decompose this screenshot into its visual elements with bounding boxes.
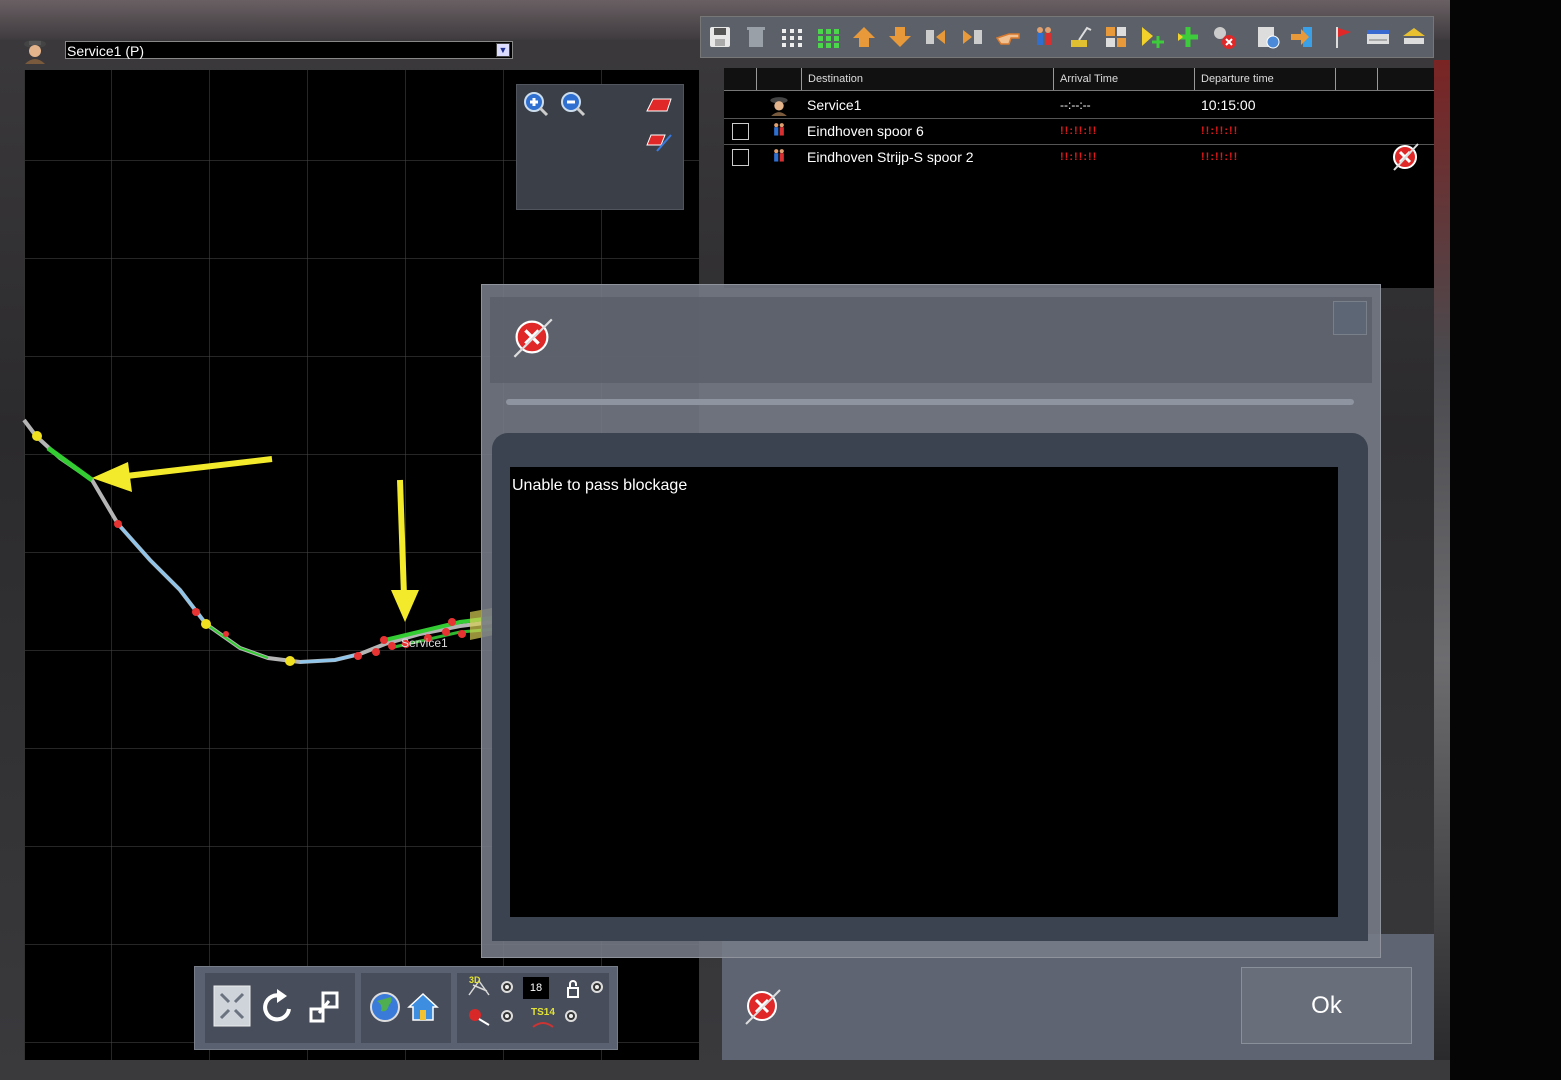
error-icon xyxy=(513,318,553,358)
header-destination[interactable]: Destination xyxy=(801,68,1053,90)
dialog-message: Unable to pass blockage xyxy=(510,467,1338,917)
split-left-icon[interactable] xyxy=(923,24,949,50)
dialog-close-button[interactable] xyxy=(1333,301,1367,335)
row-checkbox[interactable] xyxy=(732,149,749,166)
timetable: Destination Arrival Time Departure time … xyxy=(724,68,1434,288)
track-line xyxy=(22,418,509,665)
editor-toolbar xyxy=(700,16,1434,58)
dialog-divider xyxy=(506,399,1354,405)
driver-icon xyxy=(770,97,788,116)
ts-track-icon xyxy=(532,1022,554,1028)
eraser-line-icon[interactable] xyxy=(643,129,673,155)
row-departure: !!:!!:!! xyxy=(1201,151,1239,163)
header-extra-1 xyxy=(1335,68,1377,90)
row-arrival: --:--:-- xyxy=(1060,98,1091,112)
home-icon[interactable] xyxy=(407,991,439,1023)
row-destination: Service1 xyxy=(807,97,862,113)
platform-icon[interactable] xyxy=(1401,24,1427,50)
annotation-arrow-left xyxy=(92,456,273,492)
grid-small-icon[interactable] xyxy=(779,24,805,50)
view-3d-label: 3D xyxy=(469,975,481,985)
row-departure: 10:15:00 xyxy=(1201,97,1256,113)
row-checkbox[interactable] xyxy=(732,123,749,140)
cargo-grid-icon[interactable] xyxy=(1103,24,1129,50)
row-destination: Eindhoven Strijp-S spoor 2 xyxy=(807,149,974,165)
view-3d-radio[interactable] xyxy=(501,981,513,993)
dialog-titlebar xyxy=(490,297,1372,383)
signal-blockage-icon[interactable] xyxy=(467,1005,493,1027)
row-arrival: !!:!!:!! xyxy=(1060,151,1098,163)
passengers-icon xyxy=(774,149,784,162)
zoom-out-icon[interactable] xyxy=(560,91,586,117)
settings-icon[interactable] xyxy=(1255,24,1281,50)
timetable-header: Destination Arrival Time Departure time xyxy=(724,68,1434,91)
rotate-icon[interactable] xyxy=(259,987,297,1027)
resize-icon[interactable] xyxy=(307,989,341,1025)
row-departure: !!:!!:!! xyxy=(1201,125,1239,137)
add-waypoint-icon[interactable] xyxy=(1139,24,1165,50)
lock-icon[interactable] xyxy=(565,979,581,999)
flag-icon[interactable] xyxy=(1329,24,1355,50)
split-right-icon[interactable] xyxy=(959,24,985,50)
eraser-icon[interactable] xyxy=(643,93,673,119)
passengers-icon xyxy=(774,123,784,136)
trash-icon[interactable] xyxy=(743,24,769,50)
error-icon[interactable] xyxy=(1390,142,1420,172)
lock-radio[interactable] xyxy=(591,981,603,993)
save-icon[interactable] xyxy=(707,24,733,50)
header-arrival[interactable]: Arrival Time xyxy=(1053,68,1194,90)
timetable-row[interactable]: Eindhoven spoor 6 !!:!!:!! !!:!!:!! xyxy=(724,118,1434,145)
ts-radio[interactable] xyxy=(565,1010,577,1022)
timetable-row[interactable]: Eindhoven Strijp-S spoor 2 !!:!!:!! !!:!… xyxy=(724,142,1434,172)
error-dialog: Unable to pass blockage xyxy=(481,284,1381,958)
error-icon xyxy=(745,989,781,1025)
header-departure[interactable]: Departure time xyxy=(1194,68,1335,90)
globe-icon[interactable] xyxy=(369,991,401,1023)
zoom-in-icon[interactable] xyxy=(523,91,549,117)
train-label: Service1 xyxy=(401,636,448,650)
crane-icon[interactable] xyxy=(1067,24,1093,50)
header-icon-col xyxy=(756,68,801,90)
row-destination: Eindhoven spoor 6 xyxy=(807,123,924,139)
row-arrival: !!:!!:!! xyxy=(1060,125,1098,137)
move-up-icon[interactable] xyxy=(851,24,877,50)
fit-view-icon[interactable] xyxy=(213,985,251,1027)
ok-button[interactable]: Ok xyxy=(1241,967,1412,1044)
move-down-icon[interactable] xyxy=(887,24,913,50)
map-zoom-panel xyxy=(516,84,684,210)
remove-stop-icon[interactable] xyxy=(1211,24,1237,50)
timetable-row[interactable]: Service1 --:--:-- 10:15:00 xyxy=(724,92,1434,119)
passengers-icon[interactable] xyxy=(1031,24,1057,50)
add-icon[interactable] xyxy=(1175,24,1201,50)
header-extra-2 xyxy=(1377,68,1434,90)
pointer-hand-icon[interactable] xyxy=(995,24,1021,50)
export-icon[interactable] xyxy=(1289,24,1315,50)
map-toolbar: 3D 18 TS14 xyxy=(194,966,618,1050)
signal-radio[interactable] xyxy=(501,1010,513,1022)
grid-green-icon[interactable] xyxy=(815,24,841,50)
annotation-arrow-down xyxy=(391,479,419,622)
zoom-level-display: 18 xyxy=(523,977,549,999)
calendar-icon[interactable] xyxy=(1365,24,1391,50)
